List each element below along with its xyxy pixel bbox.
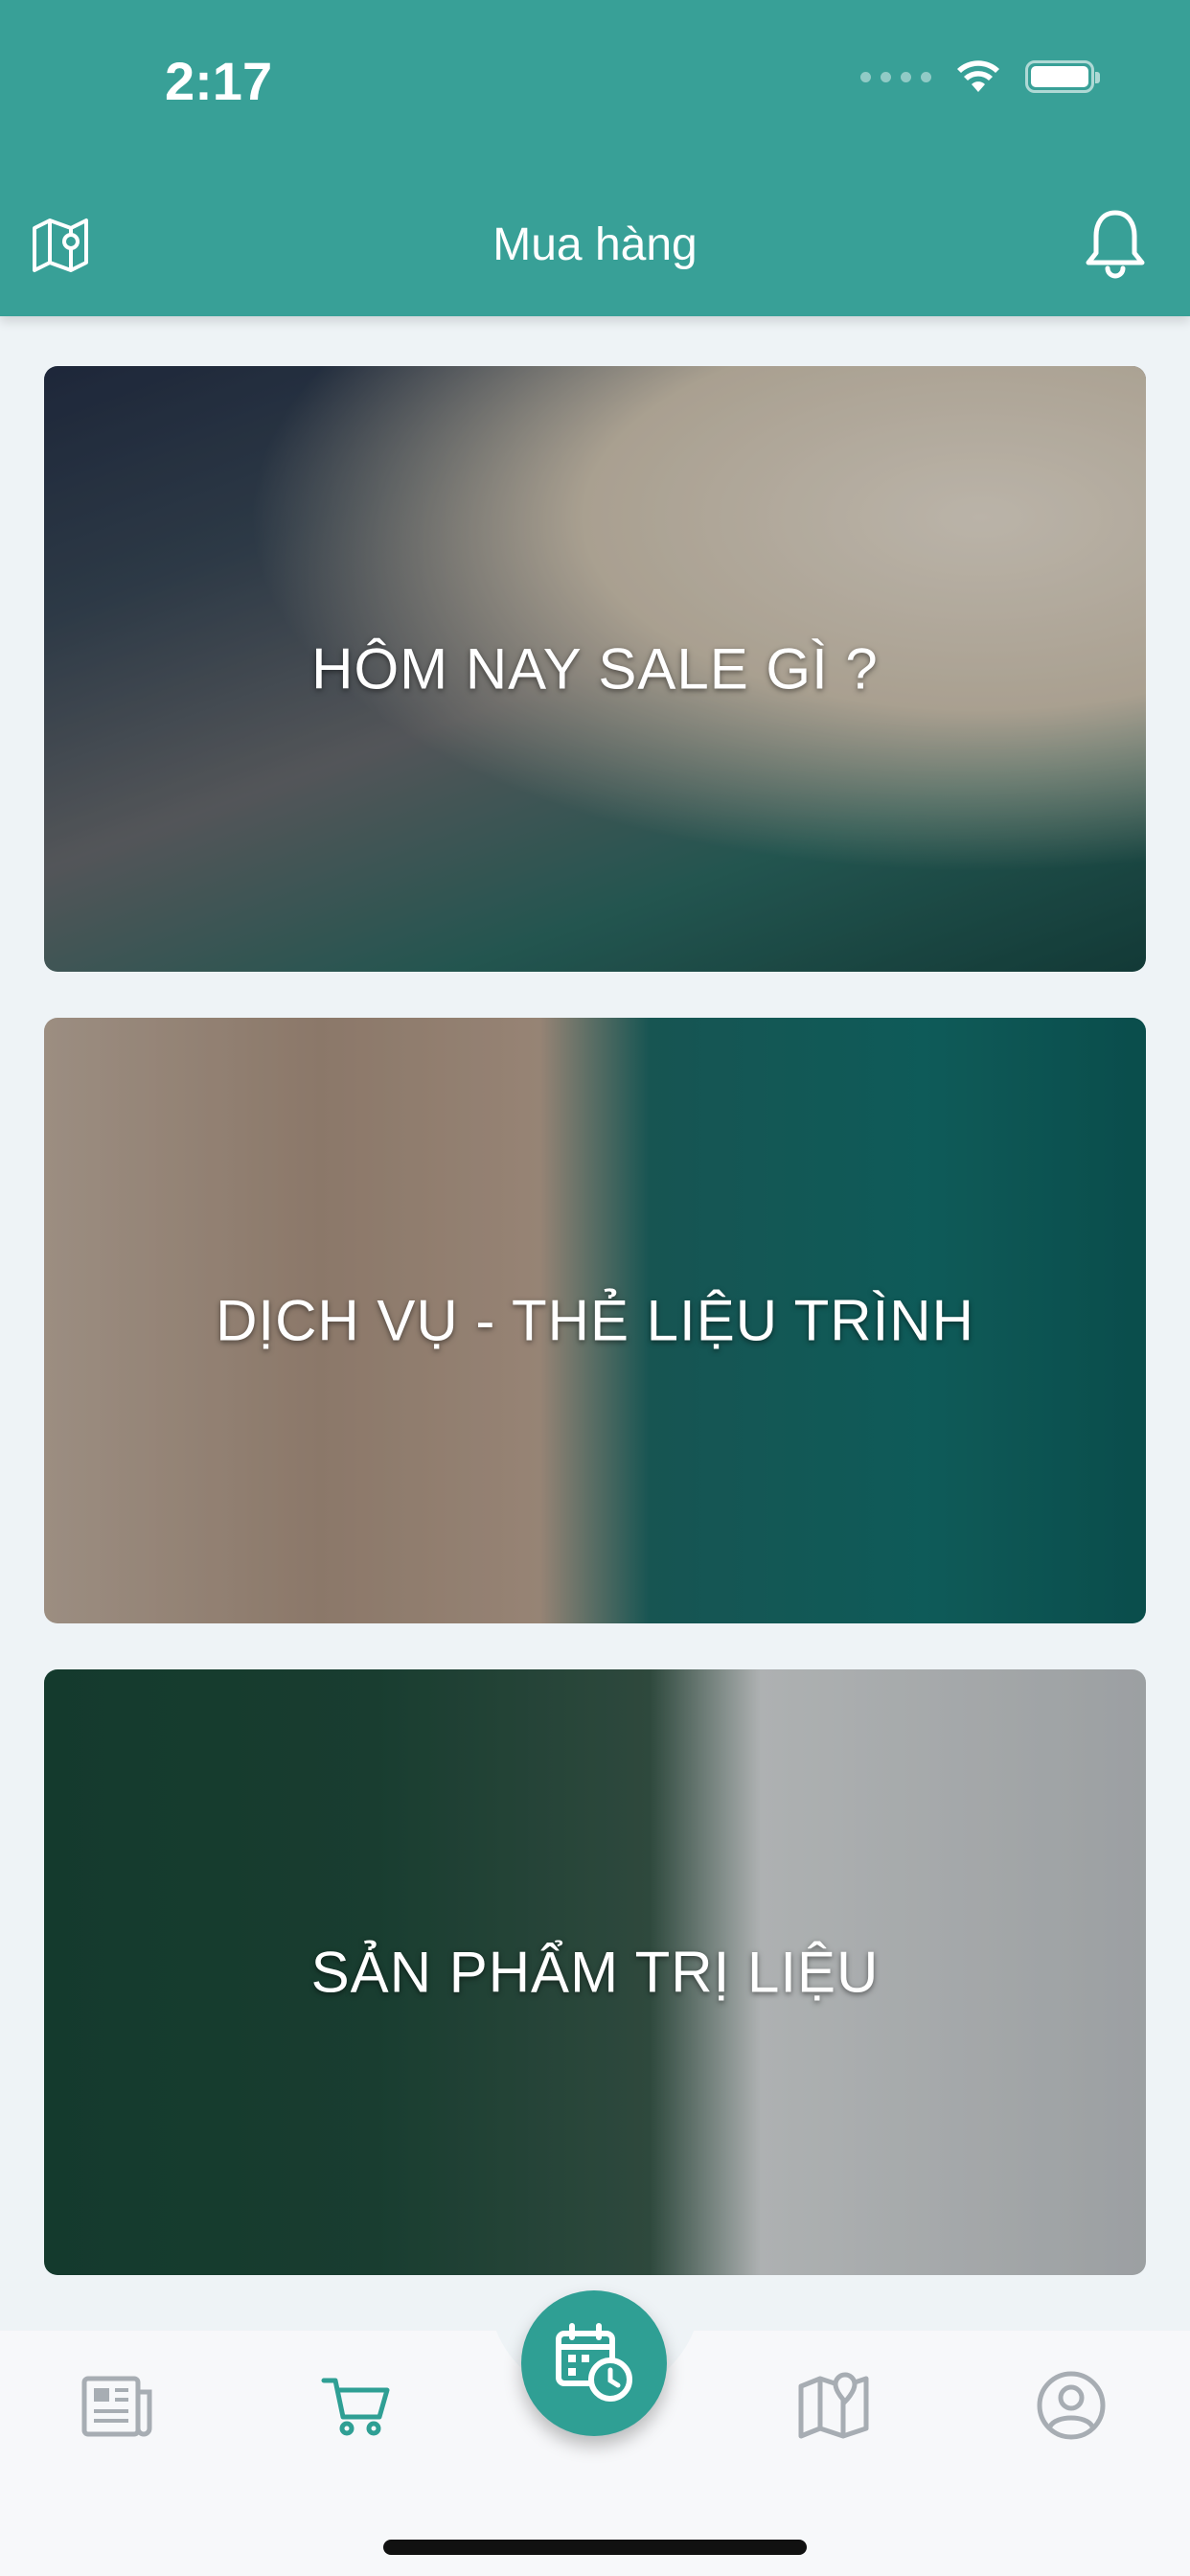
card-label: HÔM NAY SALE GÌ ? [311, 636, 879, 702]
user-icon[interactable] [1033, 2367, 1110, 2444]
cart-icon[interactable] [318, 2367, 395, 2444]
cellular-signal-icon [860, 71, 931, 82]
status-time: 2:17 [165, 51, 273, 111]
newspaper-icon[interactable] [79, 2367, 155, 2444]
promo-card-sale[interactable]: HÔM NAY SALE GÌ ? [44, 366, 1146, 972]
promo-card-services[interactable]: DỊCH VỤ - THẺ LIỆU TRÌNH [44, 1018, 1146, 1623]
page-title: Mua hàng [492, 219, 698, 270]
status-indicators [860, 59, 1100, 94]
calendar-clock-icon [556, 2323, 632, 2402]
booking-button[interactable] [521, 2290, 667, 2436]
map-pin-icon[interactable] [795, 2367, 872, 2444]
bell-icon[interactable] [1081, 205, 1150, 282]
battery-icon [1025, 60, 1100, 93]
card-label: DỊCH VỤ - THẺ LIỆU TRÌNH [216, 1288, 974, 1353]
home-indicator [383, 2540, 807, 2555]
wifi-icon [957, 60, 999, 92]
app-header: 2:17 Mua hàng [0, 0, 1190, 316]
card-label: SẢN PHẨM TRỊ LIỆU [310, 1940, 880, 2005]
promo-card-products[interactable]: SẢN PHẨM TRỊ LIỆU [44, 1669, 1146, 2275]
